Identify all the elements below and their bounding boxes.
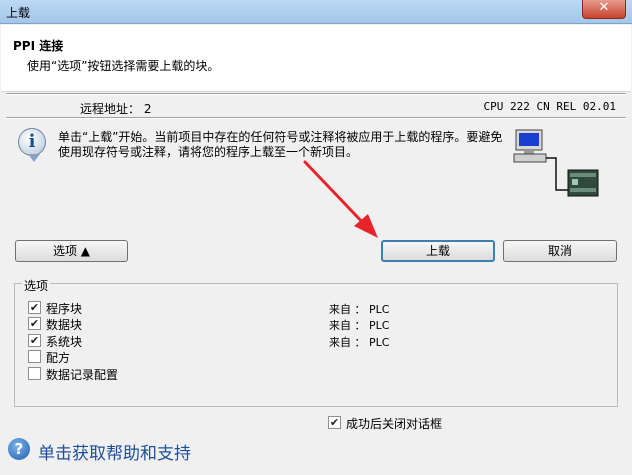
source-label: 来自 ： PLC [329,336,390,349]
info-icon: i [18,128,46,156]
option-label: 配方 [46,351,71,365]
close-after-success-option[interactable]: ✔ 成功后关闭对话框 [328,415,488,431]
help-link[interactable]: ? 单击获取帮助和支持 [8,438,228,464]
divider [6,93,626,95]
help-icon: ? [8,438,30,460]
close-after-success-label: 成功后关闭对话框 [346,417,443,431]
checkbox[interactable] [28,367,41,380]
option-label: 数据记录配置 [46,368,119,382]
options-group [14,283,618,407]
checkbox[interactable]: ✔ [28,334,41,347]
option-label: 系统块 [46,335,83,349]
header-subtitle: 使用“选项”按钮选择需要上载的块。 [27,59,220,73]
option-label: 程序块 [46,302,83,316]
close-window-button[interactable]: ✕ [582,0,626,19]
header-title: PPI 连接 [13,39,64,53]
help-link-label[interactable]: 单击获取帮助和支持 [38,439,191,464]
upload-message: 单击“上载”开始。当前项目中存在的任何符号或注释将被应用于上载的程序。要避免使用… [58,130,503,159]
source-label: 来自 ： PLC [329,303,390,316]
upload-button[interactable]: 上载 [381,240,495,262]
dialog-header: PPI 连接 使用“选项”按钮选择需要上载的块。 [1,25,631,92]
options-group-label: 选项 [22,277,51,294]
cpu-info: CPU 222 CN REL 02.01 [483,100,616,113]
title-bar: 上载 ✕ [0,0,632,24]
window-title: 上载 [6,6,31,20]
checkbox[interactable]: ✔ [328,416,341,429]
cancel-button[interactable]: 取消 [503,240,617,262]
remote-address: 远程地址： 2 [80,102,152,116]
options-button[interactable]: 选项 ▲ [15,240,128,262]
divider [6,117,626,119]
checkbox[interactable]: ✔ [28,301,41,314]
source-label: 来自 ： PLC [329,319,390,332]
option-label: 数据块 [46,318,83,332]
computer-plc-icon [513,129,599,197]
checkbox[interactable]: ✔ [28,317,41,330]
checkbox[interactable] [28,350,41,363]
info-icon-tail [28,154,40,162]
